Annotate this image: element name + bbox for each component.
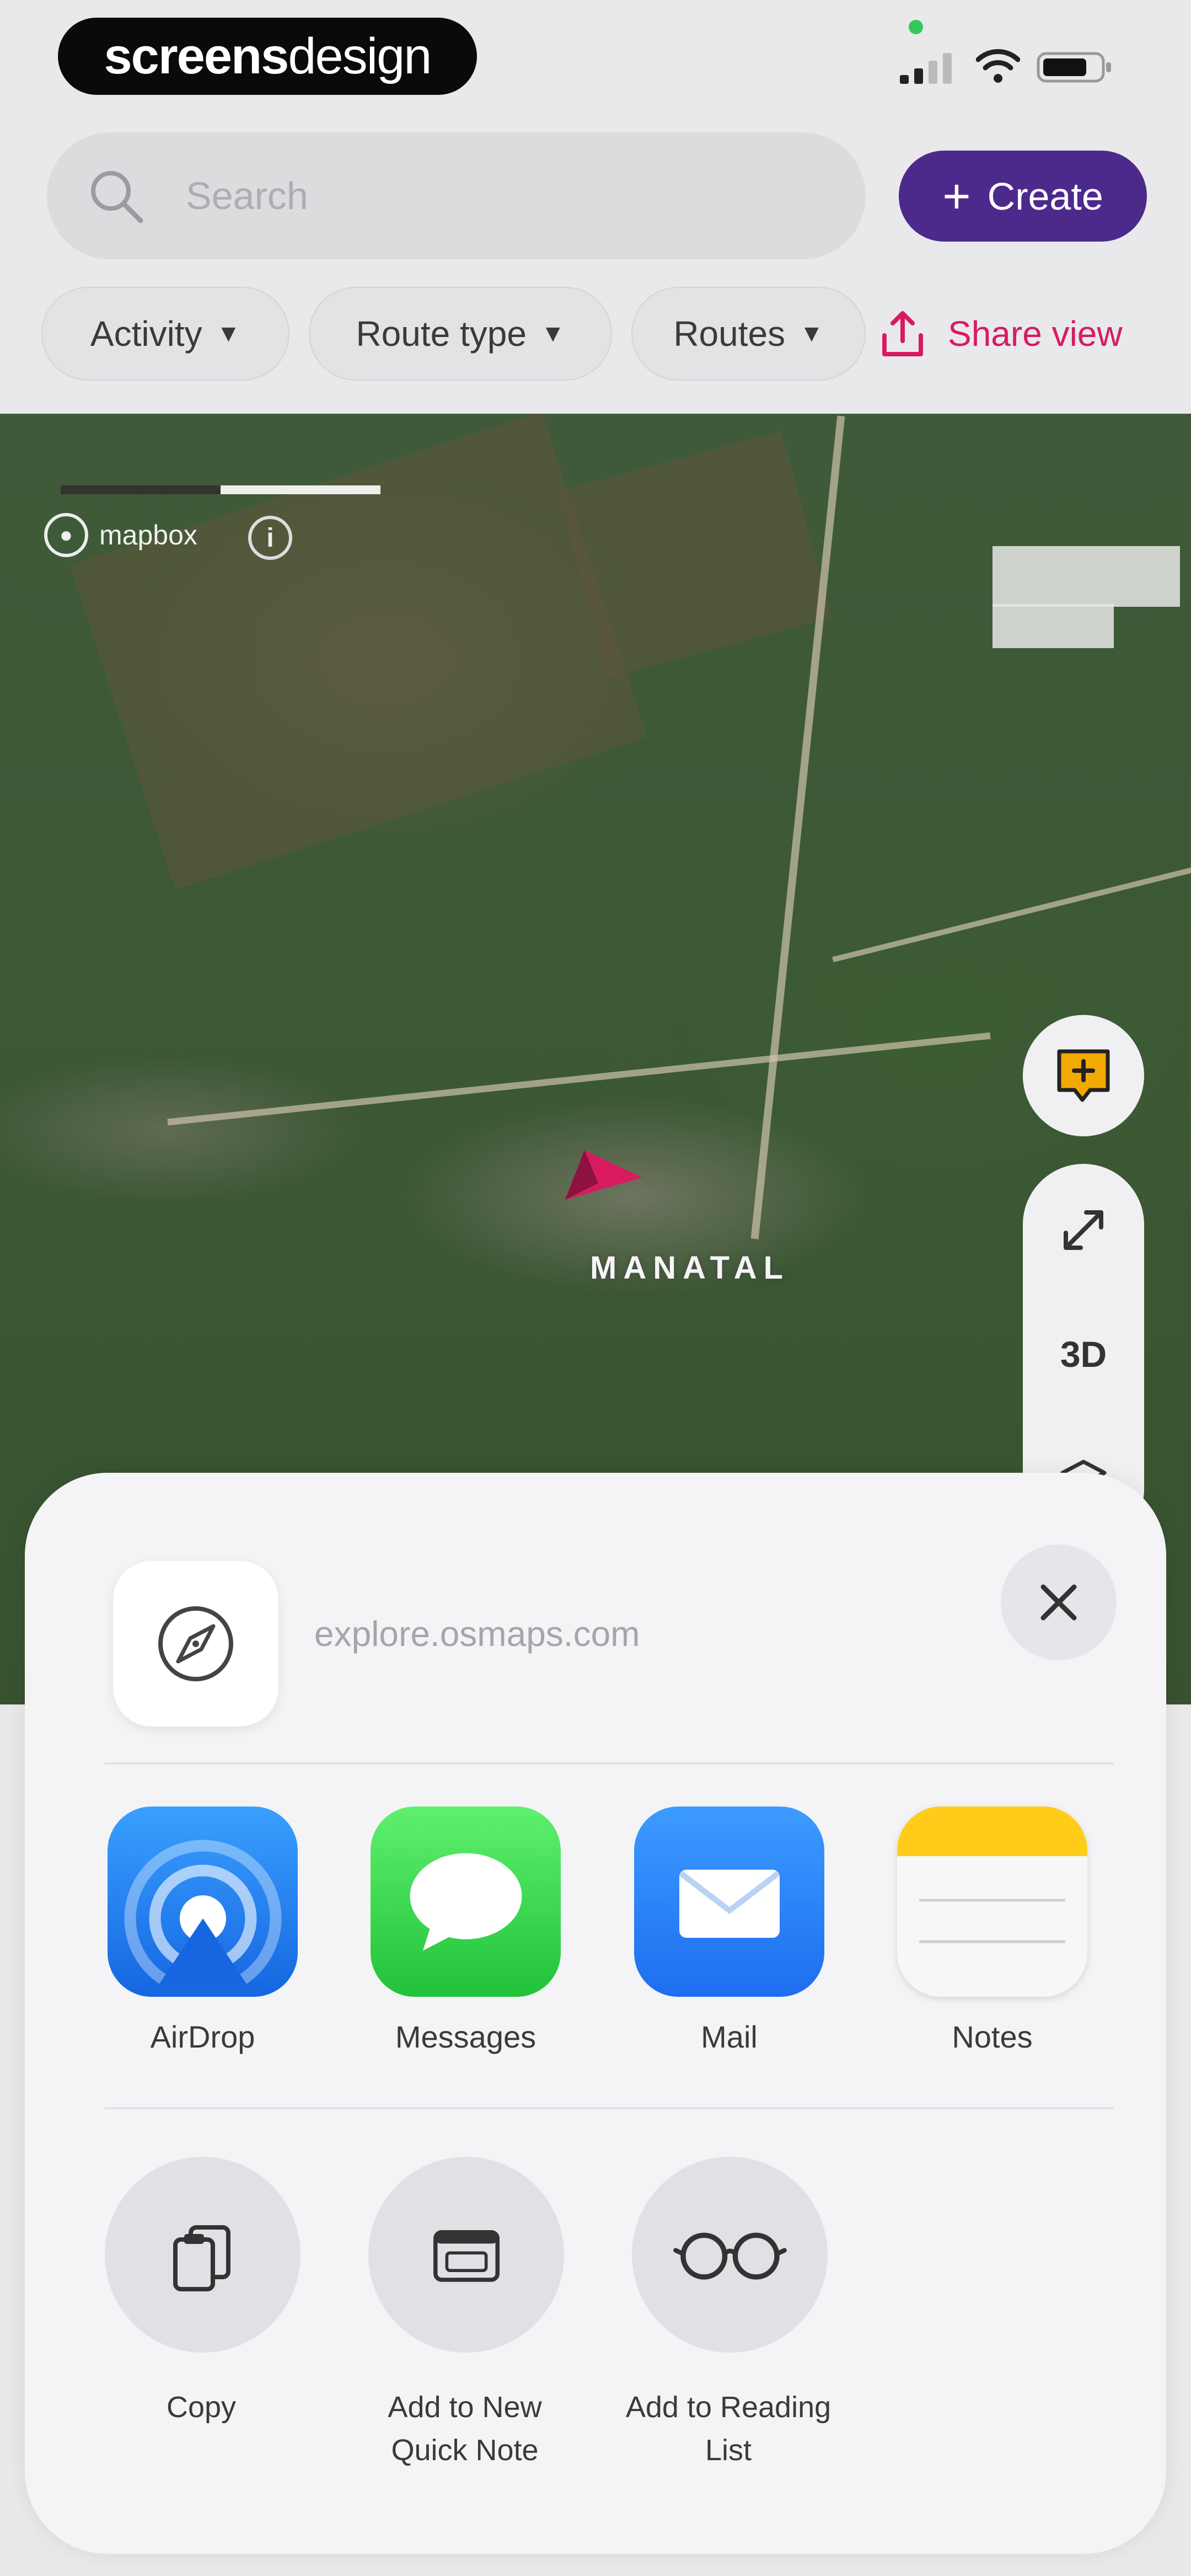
share-app-airdrop[interactable]: AirDrop <box>99 1807 298 2060</box>
add-comment-icon <box>1057 1049 1110 1102</box>
share-sheet: explore.osmaps.com AirDrop Messages Mail… <box>25 1473 1166 2554</box>
brand-logo: screens design <box>58 18 477 95</box>
divider <box>105 1762 1114 1765</box>
airdrop-icon <box>108 1807 298 1997</box>
share-app-notes[interactable]: Notes <box>889 1807 1087 2060</box>
filter-activity[interactable]: Activity ▼ <box>41 287 289 381</box>
app-label-mail: Mail <box>701 2019 758 2054</box>
action-copy[interactable]: Copy <box>102 2157 301 2466</box>
share-app-mail[interactable]: Mail <box>626 1807 824 2060</box>
caret-down-icon: ▼ <box>216 320 241 347</box>
location-arrow-icon <box>565 1150 642 1200</box>
brand-logo-part2: design <box>288 28 432 84</box>
caret-down-icon: ▼ <box>540 320 565 347</box>
close-button[interactable] <box>1001 1544 1117 1660</box>
action-add-reading-list[interactable]: Add to Reading List <box>626 2157 831 2467</box>
mapbox-attribution: mapbox <box>99 520 197 551</box>
copy-icon <box>105 2157 301 2353</box>
expand-icon <box>1064 1210 1103 1250</box>
wifi-icon <box>976 49 1020 83</box>
share-view-button[interactable]: Share view <box>877 287 1123 381</box>
action-label-quick-note: Add to New Quick Note <box>388 2391 542 2467</box>
search-bar[interactable] <box>47 132 866 259</box>
glasses-icon <box>632 2157 828 2353</box>
create-button-label: Create <box>987 174 1103 218</box>
action-add-quick-note[interactable]: Add to New Quick Note <box>366 2157 564 2467</box>
three-d-button[interactable]: 3D <box>1023 1294 1144 1415</box>
search-input[interactable] <box>185 173 791 218</box>
map-info-icon[interactable]: i <box>248 516 292 560</box>
plus-icon: + <box>942 168 971 223</box>
share-app-messages[interactable]: Messages <box>362 1807 561 2060</box>
mapbox-logo: ● mapbox <box>44 510 197 560</box>
notes-icon <box>897 1807 1087 1997</box>
map-scale-bar <box>61 485 380 494</box>
battery-icon <box>1037 52 1111 83</box>
privacy-indicator <box>909 20 923 34</box>
share-view-label: Share view <box>948 314 1123 354</box>
search-icon <box>91 171 143 223</box>
share-icon <box>882 311 923 356</box>
brand-logo-part1: screens <box>104 28 289 84</box>
divider <box>105 2107 1114 2109</box>
messages-icon <box>371 1807 561 1997</box>
create-button[interactable]: + Create <box>899 151 1147 242</box>
map-comment-button[interactable] <box>1023 1015 1144 1136</box>
filter-activity-label: Activity <box>90 314 202 354</box>
compass-icon <box>158 1606 233 1681</box>
app-label-notes: Notes <box>952 2019 1033 2054</box>
site-icon <box>113 1561 278 1727</box>
filter-route-type[interactable]: Route type ▼ <box>309 287 612 381</box>
filter-routes[interactable]: Routes ▼ <box>631 287 866 381</box>
filter-route-type-label: Route type <box>356 314 527 354</box>
status-bar: screens design <box>0 0 1191 116</box>
fullscreen-button[interactable] <box>1023 1169 1144 1291</box>
filter-routes-label: Routes <box>673 314 786 354</box>
map-place-label: MANATAL <box>590 1250 790 1286</box>
close-icon <box>1040 1584 1077 1621</box>
app-label-messages: Messages <box>395 2019 537 2054</box>
app-label-airdrop: AirDrop <box>150 2019 255 2054</box>
cellular-signal-icon <box>900 53 952 84</box>
caret-down-icon: ▼ <box>800 320 824 347</box>
action-label-copy: Copy <box>166 2391 237 2424</box>
mail-icon <box>634 1807 824 1997</box>
site-url: explore.osmaps.com <box>314 1614 640 1654</box>
quick-note-icon <box>368 2157 564 2353</box>
action-label-reading-list: Add to Reading List <box>625 2391 831 2467</box>
